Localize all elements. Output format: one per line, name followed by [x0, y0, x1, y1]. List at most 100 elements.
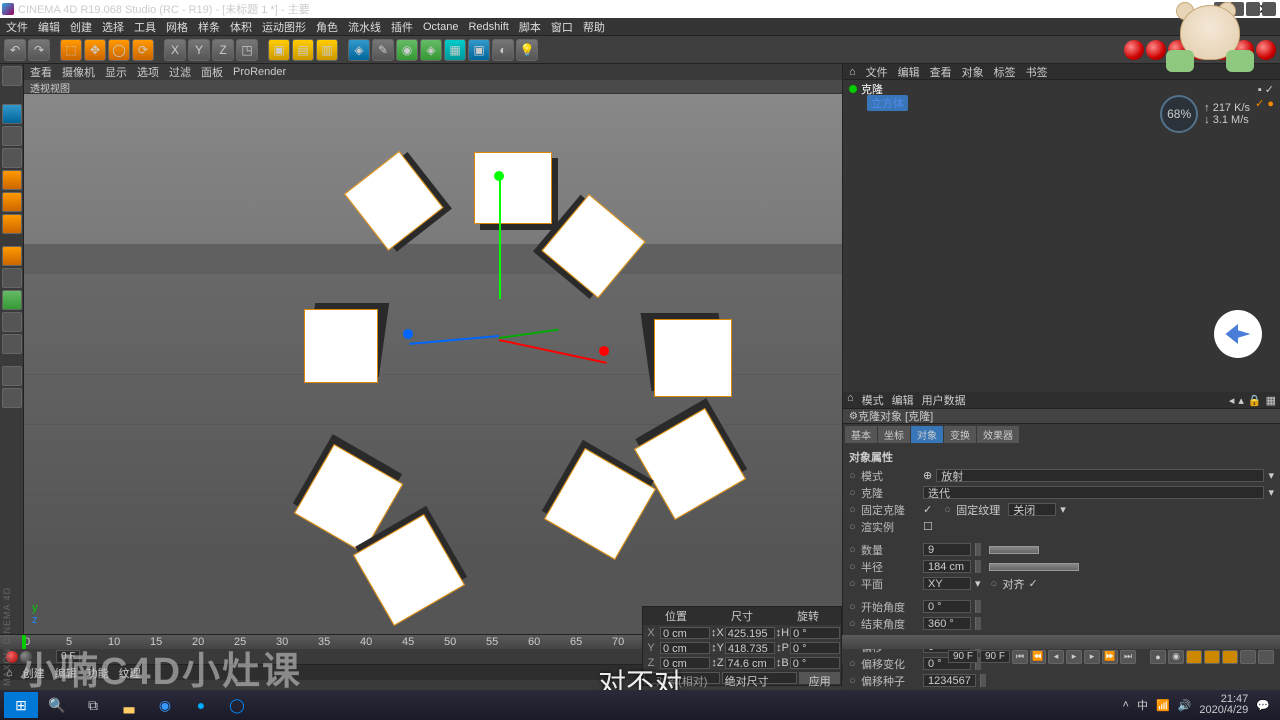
rot-b-field[interactable]: 0 ° — [790, 657, 840, 669]
environment-button[interactable]: ▦ — [444, 39, 466, 61]
preview-end-field[interactable]: 90 F — [980, 650, 1010, 663]
key-pos-button[interactable] — [1186, 650, 1202, 664]
move-tool[interactable]: ✥ — [84, 39, 106, 61]
record-key-button[interactable]: ● — [1150, 650, 1166, 664]
coord-system-button[interactable]: ◳ — [236, 39, 258, 61]
start-button[interactable]: ⊞ — [4, 692, 38, 718]
primitive-cube-button[interactable]: ◈ — [348, 39, 370, 61]
count-spinner[interactable] — [975, 543, 981, 556]
rotate-tool[interactable]: ⟳ — [132, 39, 154, 61]
tab-transform[interactable]: 变换 — [944, 426, 976, 443]
soft-select-button[interactable] — [2, 334, 22, 354]
viewport-menu[interactable]: 过滤 — [169, 64, 191, 80]
select-tool[interactable]: ⬚ — [60, 39, 82, 61]
axis-x-button[interactable]: X — [164, 39, 186, 61]
viewport-menu[interactable]: 显示 — [105, 64, 127, 80]
workplane-mode-button[interactable] — [2, 312, 22, 332]
panel-tab[interactable]: 查看 — [930, 64, 952, 80]
key-rot-button[interactable] — [1222, 650, 1238, 664]
panel-tab[interactable]: 对象 — [962, 64, 984, 80]
model-mode-button[interactable] — [2, 104, 22, 124]
notifications-icon[interactable]: 💬 — [1256, 699, 1270, 712]
render-region-button[interactable]: ▤ — [292, 39, 314, 61]
viewport-menu[interactable]: 面板 — [201, 64, 223, 80]
browser-icon[interactable]: ● — [184, 692, 218, 718]
menu-item[interactable]: 运动图形 — [262, 19, 306, 35]
tool-button[interactable] — [2, 388, 22, 408]
axis-z-button[interactable]: Z — [212, 39, 234, 61]
pos-y-field[interactable]: 0 cm — [660, 642, 710, 654]
workplane-button[interactable] — [2, 148, 22, 168]
autokey-toggle[interactable]: ◉ — [1168, 650, 1184, 664]
seed-field[interactable]: 1234567 — [923, 674, 976, 687]
menu-item[interactable]: 样条 — [198, 19, 220, 35]
align-checkbox[interactable]: ✓ — [1029, 577, 1038, 590]
redo-button[interactable]: ↷ — [28, 39, 50, 61]
axis-y-button[interactable]: Y — [188, 39, 210, 61]
menu-item[interactable]: Redshift — [468, 21, 508, 33]
apply-button[interactable]: 应用 — [799, 672, 840, 684]
menu-item[interactable]: 脚本 — [519, 19, 541, 35]
texture-mode-button[interactable] — [2, 126, 22, 146]
menu-item[interactable]: 编辑 — [38, 19, 60, 35]
perspective-viewport[interactable]: yz 网格间距：100 cm — [24, 94, 842, 634]
panel-tab[interactable]: 标签 — [994, 64, 1016, 80]
render-settings-button[interactable]: ▥ — [316, 39, 338, 61]
explorer-icon[interactable]: ▃ — [112, 692, 146, 718]
menu-item[interactable]: Octane — [423, 21, 458, 33]
render-button[interactable]: ▣ — [268, 39, 290, 61]
rot-h-field[interactable]: 0 ° — [790, 627, 840, 639]
viewport-menu[interactable]: 摄像机 — [62, 64, 95, 80]
goto-end-button[interactable]: ⏭ — [1120, 650, 1136, 664]
rot-p-field[interactable]: 0 ° — [790, 642, 840, 654]
next-key-button[interactable]: ⏩ — [1102, 650, 1118, 664]
light-button[interactable]: ◐ — [492, 39, 514, 61]
menu-item[interactable]: 创建 — [70, 19, 92, 35]
generator-button[interactable]: ◉ — [396, 39, 418, 61]
key-param-button[interactable] — [1240, 650, 1256, 664]
start-angle-field[interactable]: 0 ° — [923, 600, 971, 613]
fixclone-checkbox[interactable]: ✓ — [923, 503, 932, 516]
snap-settings-button[interactable] — [2, 290, 22, 310]
scale-tool[interactable]: ◯ — [108, 39, 130, 61]
snap-button[interactable] — [2, 268, 22, 288]
count-field[interactable]: 9 — [923, 543, 971, 556]
menu-item[interactable]: 帮助 — [583, 19, 605, 35]
menu-item[interactable]: 网格 — [166, 19, 188, 35]
panel-tab[interactable]: 编辑 — [898, 64, 920, 80]
viewport-menu[interactable]: ProRender — [233, 66, 286, 78]
count-slider[interactable] — [989, 546, 1039, 554]
size-x-field[interactable]: 425.195 cm — [725, 627, 775, 639]
taskview-button[interactable]: ⧉ — [76, 692, 110, 718]
nav-back-icon[interactable]: ◂ — [1229, 394, 1235, 407]
spline-pen-button[interactable]: ✎ — [372, 39, 394, 61]
panel-menu-icon[interactable]: ▦ — [1266, 394, 1276, 407]
lock-icon[interactable]: 🔒 — [1248, 394, 1262, 407]
play-button[interactable]: ▸ — [1066, 650, 1082, 664]
edge-icon[interactable]: ◉ — [148, 692, 182, 718]
end-frame-field[interactable]: 90 F — [948, 650, 978, 663]
fixtex-dropdown[interactable]: 关闭 — [1008, 503, 1056, 516]
menu-item[interactable]: 文件 — [6, 19, 28, 35]
panel-tab[interactable]: 文件 — [866, 64, 888, 80]
axis-mode-button[interactable] — [2, 246, 22, 266]
tab-effector[interactable]: 效果器 — [977, 426, 1019, 443]
browser-icon[interactable]: ◯ — [220, 692, 254, 718]
polys-mode-button[interactable] — [2, 214, 22, 234]
goto-start-button[interactable]: ⏮ — [1012, 650, 1028, 664]
radius-slider[interactable] — [989, 563, 1079, 571]
menu-item[interactable]: 选择 — [102, 19, 124, 35]
points-mode-button[interactable] — [2, 170, 22, 190]
menu-item[interactable]: 角色 — [316, 19, 338, 35]
key-scale-button[interactable] — [1204, 650, 1220, 664]
instance-checkbox[interactable]: ☐ — [923, 520, 933, 533]
deformer-button[interactable]: ◈ — [420, 39, 442, 61]
magnet-button[interactable] — [2, 366, 22, 386]
radius-spinner[interactable] — [975, 560, 981, 573]
wifi-icon[interactable]: 📶 — [1156, 699, 1170, 712]
network-speed-widget[interactable]: 68% ↑ 217 K/s↓ 3.1 M/s — [1160, 95, 1250, 133]
mode-dropdown[interactable]: 放射 — [936, 469, 1264, 482]
size-z-field[interactable]: 74.6 cm — [725, 657, 775, 669]
menu-item[interactable]: 体积 — [230, 19, 252, 35]
prev-key-button[interactable]: ⏪ — [1030, 650, 1046, 664]
